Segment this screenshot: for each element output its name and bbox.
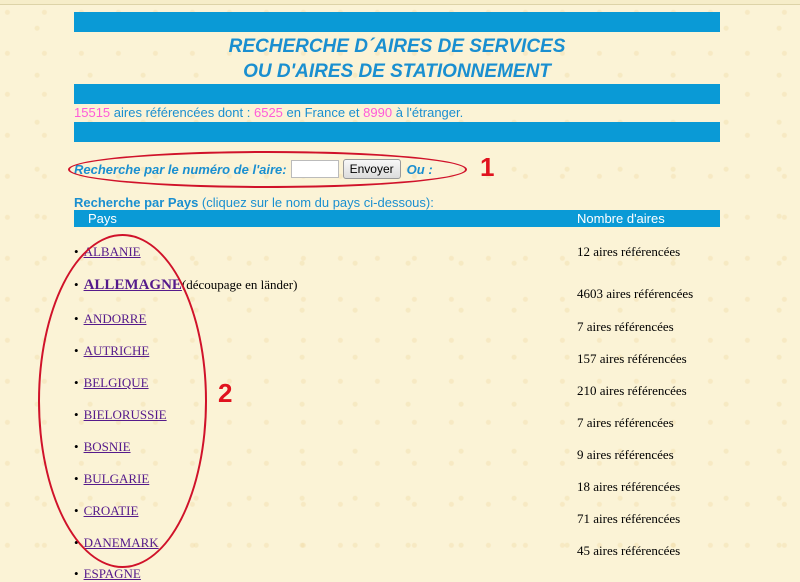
- country-count: 157 aires référencées: [577, 351, 687, 366]
- stats-text1: aires référencées dont :: [113, 105, 251, 120]
- page-title-line1: RECHERCHE D´AIRES DE SERVICES: [228, 36, 566, 57]
- country-count: 71 aires référencées: [577, 511, 681, 526]
- header-band-top: [74, 12, 720, 32]
- country-count: 9 aires référencées: [577, 447, 674, 462]
- annotation-ellipse-2: [38, 234, 207, 568]
- stats-etranger: 8990: [363, 105, 393, 120]
- stats-line: 15515 aires référencées dont : 6525 en F…: [74, 105, 463, 120]
- col-header-pays: Pays: [88, 211, 117, 226]
- page-title: RECHERCHE D´AIRES DE SERVICES OU D'AIRES…: [74, 34, 720, 84]
- stats-france: 6525: [253, 105, 283, 120]
- country-count: 210 aires référencées: [577, 383, 687, 398]
- browser-top-edge: [0, 0, 800, 5]
- country-count: 7 aires référencées: [577, 415, 674, 430]
- country-count: 4603 aires référencées: [577, 286, 694, 301]
- col-header-nombre: Nombre d'aires: [577, 211, 665, 226]
- country-count: 18 aires référencées: [577, 479, 681, 494]
- annotation-number-2: 2: [218, 378, 233, 408]
- list-item: • ESPAGNE: [74, 566, 141, 582]
- country-search-heading: Recherche par Pays (cliquez sur le nom d…: [74, 195, 434, 210]
- bullet-icon: •: [74, 244, 79, 259]
- stats-text2: en France et: [286, 105, 360, 120]
- country-note: (découpage en länder): [181, 277, 298, 292]
- annotation-number-1: 1: [480, 152, 495, 182]
- country-count: 7 aires référencées: [577, 319, 674, 334]
- annotation-ellipse-1: [68, 151, 467, 188]
- page-title-line2: OU D'AIRES DE STATIONNEMENT: [243, 61, 551, 82]
- country-search-instruction: (cliquez sur le nom du pays ci-dessous):: [201, 195, 434, 210]
- stats-text3: à l'étranger.: [395, 105, 464, 120]
- countries-table-header: Pays Nombre d'aires: [74, 210, 720, 227]
- header-band-middle: [74, 84, 720, 104]
- country-count: 12 aires référencées: [577, 244, 681, 259]
- stats-total: 15515: [74, 105, 111, 120]
- country-search-bold: Recherche par Pays: [74, 195, 199, 210]
- header-band-bottom: [74, 122, 720, 142]
- country-count: 45 aires référencées: [577, 543, 681, 558]
